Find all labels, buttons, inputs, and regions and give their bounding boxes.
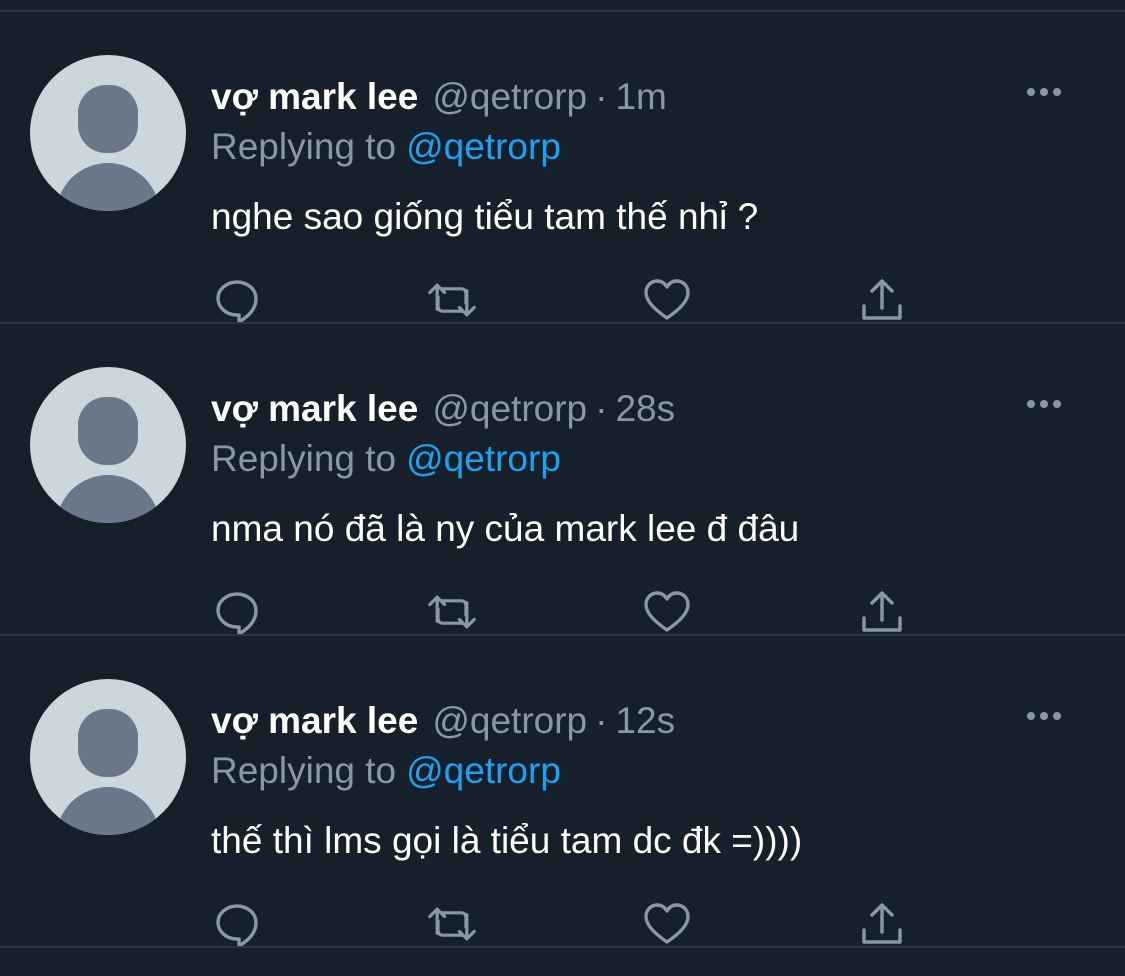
avatar[interactable] [30, 679, 186, 835]
reply-icon [216, 280, 258, 324]
user-handle[interactable]: @qetrorp [432, 388, 587, 429]
like-button[interactable] [641, 586, 693, 638]
retweet-button[interactable] [426, 898, 478, 950]
tweet-header: vợ mark lee @qetrorp · 1m [211, 74, 667, 120]
default-avatar-icon [56, 397, 160, 523]
user-handle[interactable]: @qetrorp [432, 76, 587, 117]
replying-to-label: Replying to [211, 126, 397, 167]
tweet-text: thế thì lms gọi là tiểu tam dc đk =)))) [211, 820, 803, 861]
retweet-button[interactable] [426, 274, 478, 326]
share-icon [862, 591, 902, 632]
share-button[interactable] [856, 586, 908, 638]
like-icon [644, 591, 690, 632]
more-button[interactable] [1020, 72, 1068, 112]
retweet-button[interactable] [426, 586, 478, 638]
replying-to-handle[interactable]: @qetrorp [406, 438, 561, 479]
share-icon [862, 279, 902, 320]
tweet[interactable]: vợ mark lee @qetrorp · 12s Replying to @qetr… [0, 636, 1125, 948]
tweet-divider [0, 946, 1125, 948]
like-button[interactable] [641, 274, 693, 326]
like-icon [644, 279, 690, 320]
like-icon [644, 903, 690, 944]
retweet-icon [428, 283, 476, 317]
avatar[interactable] [30, 55, 186, 211]
tweet-header: vợ mark lee @qetrorp · 28s [211, 386, 675, 432]
share-icon [862, 903, 902, 944]
replying-to: Replying to @qetrorp [211, 436, 561, 482]
reply-button[interactable] [211, 586, 263, 638]
more-button[interactable] [1020, 384, 1068, 424]
like-button[interactable] [641, 898, 693, 950]
share-button[interactable] [856, 274, 908, 326]
replying-to-handle[interactable]: @qetrorp [406, 750, 561, 791]
retweet-icon [428, 907, 476, 941]
separator: · [595, 388, 608, 429]
replying-to-label: Replying to [211, 750, 397, 791]
default-avatar-icon [56, 85, 160, 211]
tweet-header: vợ mark lee @qetrorp · 12s [211, 698, 675, 744]
tweet[interactable]: vợ mark lee @qetrorp · 1m Replying to @qetro… [0, 12, 1125, 324]
separator: · [595, 700, 608, 741]
timestamp[interactable]: 12s [615, 700, 675, 741]
avatar[interactable] [30, 367, 186, 523]
user-handle[interactable]: @qetrorp [432, 700, 587, 741]
reply-icon [216, 904, 258, 948]
more-icon [1027, 712, 1061, 720]
reply-button[interactable] [211, 274, 263, 326]
retweet-icon [428, 595, 476, 629]
more-button[interactable] [1020, 696, 1068, 736]
timestamp[interactable]: 28s [615, 388, 675, 429]
replying-to-handle[interactable]: @qetrorp [406, 126, 561, 167]
more-icon [1027, 400, 1061, 408]
display-name[interactable]: vợ mark lee [211, 700, 418, 741]
display-name[interactable]: vợ mark lee [211, 76, 418, 117]
timestamp[interactable]: 1m [615, 76, 666, 117]
display-name[interactable]: vợ mark lee [211, 388, 418, 429]
reply-button[interactable] [211, 898, 263, 950]
separator: · [595, 76, 608, 117]
default-avatar-icon [56, 709, 160, 835]
tweet-text: nma nó đã là ny của mark lee đ đâu [211, 508, 800, 549]
share-button[interactable] [856, 898, 908, 950]
tweet[interactable]: vợ mark lee @qetrorp · 28s Replying to @qetr… [0, 324, 1125, 636]
replying-to: Replying to @qetrorp [211, 124, 561, 170]
tweet-text: nghe sao giống tiểu tam thế nhỉ ? [211, 196, 759, 237]
replying-to: Replying to @qetrorp [211, 748, 561, 794]
replying-to-label: Replying to [211, 438, 397, 479]
more-icon [1027, 88, 1061, 96]
reply-icon [216, 592, 258, 636]
